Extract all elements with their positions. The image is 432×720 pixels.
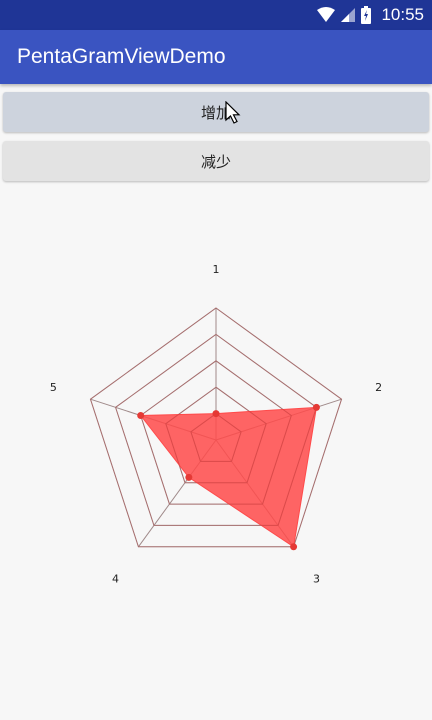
radar-data-point — [290, 543, 298, 551]
radar-data-point — [312, 403, 320, 411]
pentagram-radar-chart: 1 2 3 4 5 — [50, 263, 382, 585]
radar-data-point — [212, 410, 220, 418]
radar-axis-label: 4 — [112, 572, 119, 585]
radar-data-point — [185, 473, 193, 481]
radar-axis-label: 2 — [375, 381, 382, 394]
radar-axis-label: 3 — [313, 572, 320, 585]
radar-data-point — [137, 412, 145, 420]
radar-axis-label: 5 — [50, 381, 57, 394]
radar-axis-label: 1 — [213, 263, 220, 276]
